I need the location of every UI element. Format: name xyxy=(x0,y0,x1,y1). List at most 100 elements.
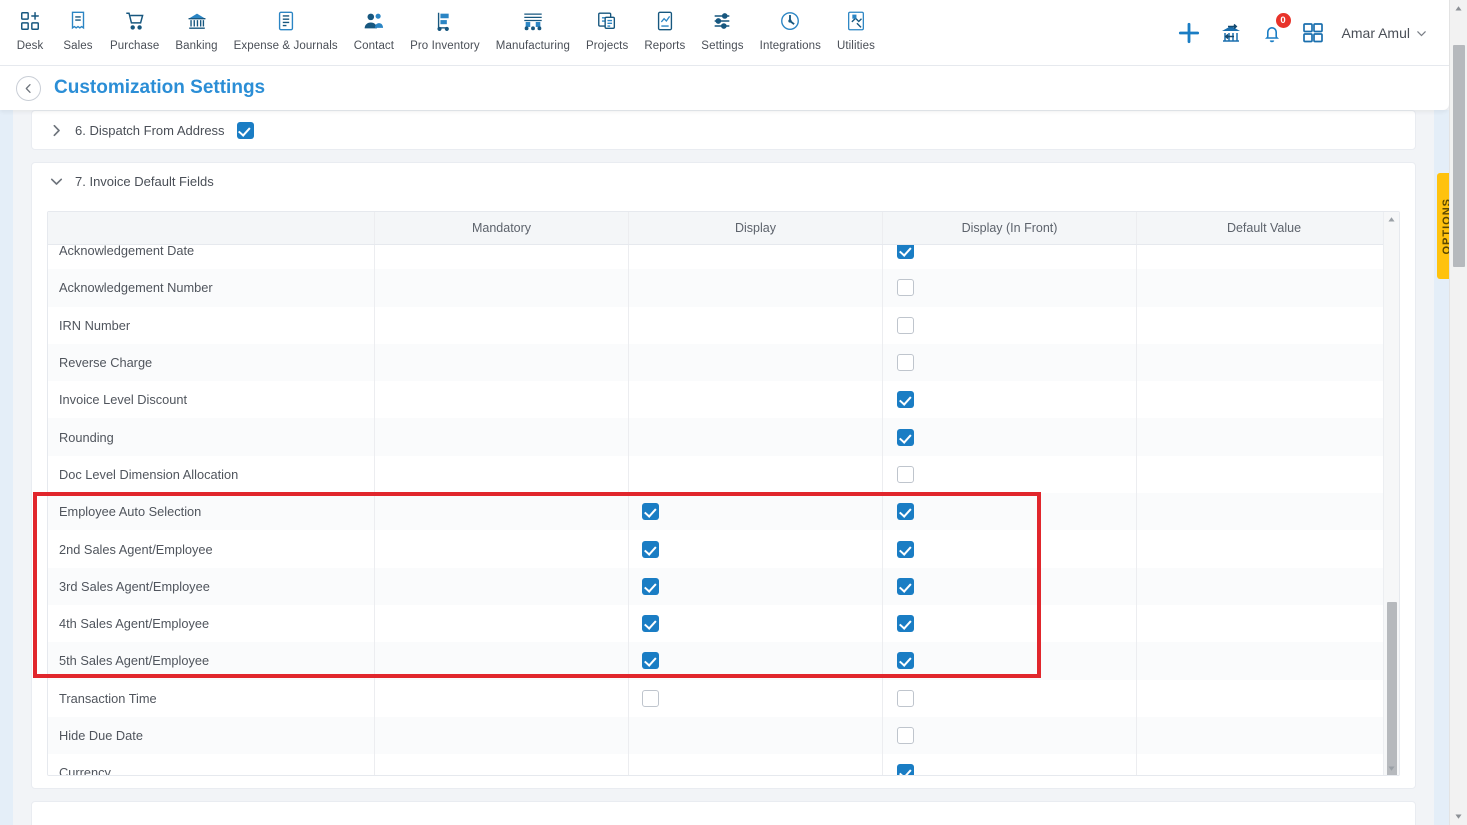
page-scroll-thumb[interactable] xyxy=(1453,45,1465,267)
nav-item-integrations[interactable]: Integrations xyxy=(752,7,829,52)
top-navigation-bar: Desk Sales Purchase Banking Expense & Jo… xyxy=(0,0,1449,66)
apps-grid-icon[interactable] xyxy=(1301,21,1325,45)
scroll-down-arrow-icon[interactable] xyxy=(1384,761,1399,775)
display-in-front-checkbox[interactable] xyxy=(897,503,914,521)
notification-bell-icon[interactable]: 0 xyxy=(1260,13,1291,45)
display-in-front-checkbox[interactable] xyxy=(897,652,914,670)
display-in-front-checkbox[interactable] xyxy=(897,577,914,595)
display-in-front-checkbox[interactable] xyxy=(897,615,914,633)
page-scroll-up-arrow-icon[interactable] xyxy=(1450,0,1467,17)
display-cell xyxy=(629,754,883,775)
default-value-cell xyxy=(1137,344,1391,381)
bank-transfer-icon[interactable] xyxy=(1219,21,1243,45)
display-in-front-checkbox[interactable] xyxy=(897,428,914,446)
mandatory-cell xyxy=(375,567,629,605)
display-checkbox[interactable] xyxy=(642,615,659,633)
table-header-row: Mandatory Display Display (In Front) Defaul… xyxy=(48,212,1399,245)
default-value-cell xyxy=(1137,530,1391,567)
nav-item-contact[interactable]: Contact xyxy=(346,7,402,52)
display-in-front-checkbox[interactable] xyxy=(897,727,914,744)
section-6-checkbox[interactable] xyxy=(236,121,254,139)
display-in-front-checkbox[interactable] xyxy=(897,764,914,775)
top-nav-items: Desk Sales Purchase Banking Expense & Jo… xyxy=(0,0,883,52)
nav-item-utilities[interactable]: Utilities xyxy=(829,7,883,52)
nav-item-projects[interactable]: Projects xyxy=(578,7,636,52)
back-button[interactable] xyxy=(16,75,41,101)
left-rail xyxy=(0,110,13,825)
default-value-cell xyxy=(1137,717,1391,754)
nav-item-sales[interactable]: Sales xyxy=(54,7,102,52)
display-cell xyxy=(629,418,883,456)
display-checkbox[interactable] xyxy=(642,689,659,707)
manufacturing-icon xyxy=(522,7,544,35)
table-row: 4th Sales Agent/Employee xyxy=(48,604,1399,643)
table-vertical-scrollbar[interactable] xyxy=(1383,212,1399,775)
default-value-cell xyxy=(1137,456,1391,493)
display-in-front-cell xyxy=(883,642,1137,680)
default-value-cell xyxy=(1137,269,1391,306)
chevron-down-icon xyxy=(1417,30,1426,36)
nav-item-label: Projects xyxy=(585,40,629,52)
nav-item-label: Pro Inventory xyxy=(410,40,480,52)
display-in-front-checkbox[interactable] xyxy=(897,465,914,483)
field-name-cell: Currency xyxy=(48,754,375,775)
table-column-header: Default Value xyxy=(1137,212,1391,244)
display-cell xyxy=(629,493,883,531)
mandatory-cell xyxy=(375,716,629,755)
nav-item-reports[interactable]: Reports xyxy=(636,7,693,52)
display-checkbox[interactable] xyxy=(642,652,659,670)
display-cell xyxy=(629,306,883,344)
display-cell xyxy=(629,604,883,643)
display-in-front-cell xyxy=(883,343,1137,382)
mandatory-cell xyxy=(375,642,629,680)
nav-item-desk[interactable]: Desk xyxy=(6,7,54,52)
table-row: Employee Auto Selection xyxy=(48,493,1399,531)
display-in-front-checkbox[interactable] xyxy=(897,540,914,558)
scroll-up-arrow-icon[interactable] xyxy=(1384,212,1399,226)
display-checkbox[interactable] xyxy=(642,540,659,558)
field-name-cell: Doc Level Dimension Allocation xyxy=(48,455,375,494)
display-in-front-checkbox[interactable] xyxy=(897,689,914,707)
page-vertical-scrollbar[interactable] xyxy=(1449,0,1467,825)
page-scroll-down-arrow-icon[interactable] xyxy=(1450,808,1467,825)
nav-item-label: Reports xyxy=(644,40,686,52)
add-plus-icon[interactable] xyxy=(1176,20,1202,46)
nav-item-manufacturing[interactable]: Manufacturing xyxy=(488,7,578,52)
settings-content: 6. Dispatch From Address 7. Invoice Defa… xyxy=(13,110,1434,825)
utilities-tools-icon xyxy=(845,7,867,35)
display-in-front-cell xyxy=(883,493,1137,531)
nav-item-pro-inventory[interactable]: Pro Inventory xyxy=(402,7,488,52)
display-cell xyxy=(629,245,883,270)
user-menu[interactable]: Amar Amul xyxy=(1342,25,1427,41)
field-name-label: Invoice Level Discount xyxy=(59,392,188,408)
display-in-front-checkbox[interactable] xyxy=(897,391,914,409)
display-in-front-cell xyxy=(883,245,1137,270)
display-in-front-checkbox[interactable] xyxy=(897,245,914,260)
chevron-left-icon xyxy=(25,83,31,93)
mandatory-cell xyxy=(375,754,629,775)
default-value-cell xyxy=(1137,307,1391,344)
nav-item-banking[interactable]: Banking xyxy=(167,7,225,52)
field-name-cell: 4th Sales Agent/Employee xyxy=(48,604,375,643)
field-name-label: Transaction Time xyxy=(59,690,157,706)
mandatory-cell xyxy=(375,381,629,419)
table-scroll-thumb[interactable] xyxy=(1387,602,1397,775)
section-header-7[interactable]: 7. Invoice Default Fields xyxy=(32,163,1415,200)
display-in-front-checkbox[interactable] xyxy=(897,279,914,297)
column-header-label: Display (In Front) xyxy=(961,221,1058,235)
page-header: Customization Settings xyxy=(0,66,1449,110)
column-header-label: Default Value xyxy=(1226,221,1302,235)
display-in-front-checkbox[interactable] xyxy=(897,354,914,372)
page-title: Customization Settings xyxy=(54,77,266,98)
display-in-front-cell xyxy=(883,567,1137,605)
display-in-front-checkbox[interactable] xyxy=(897,316,914,334)
display-checkbox[interactable] xyxy=(642,577,659,595)
sales-receipt-icon xyxy=(67,7,89,35)
default-value-cell xyxy=(1137,680,1391,717)
nav-item-settings[interactable]: Settings xyxy=(693,7,751,52)
section-header-6[interactable]: 6. Dispatch From Address xyxy=(32,111,1415,149)
nav-item-expense-journals[interactable]: Expense & Journals xyxy=(226,7,346,52)
mandatory-cell xyxy=(375,245,629,270)
display-checkbox[interactable] xyxy=(642,503,659,521)
nav-item-purchase[interactable]: Purchase xyxy=(102,7,167,52)
